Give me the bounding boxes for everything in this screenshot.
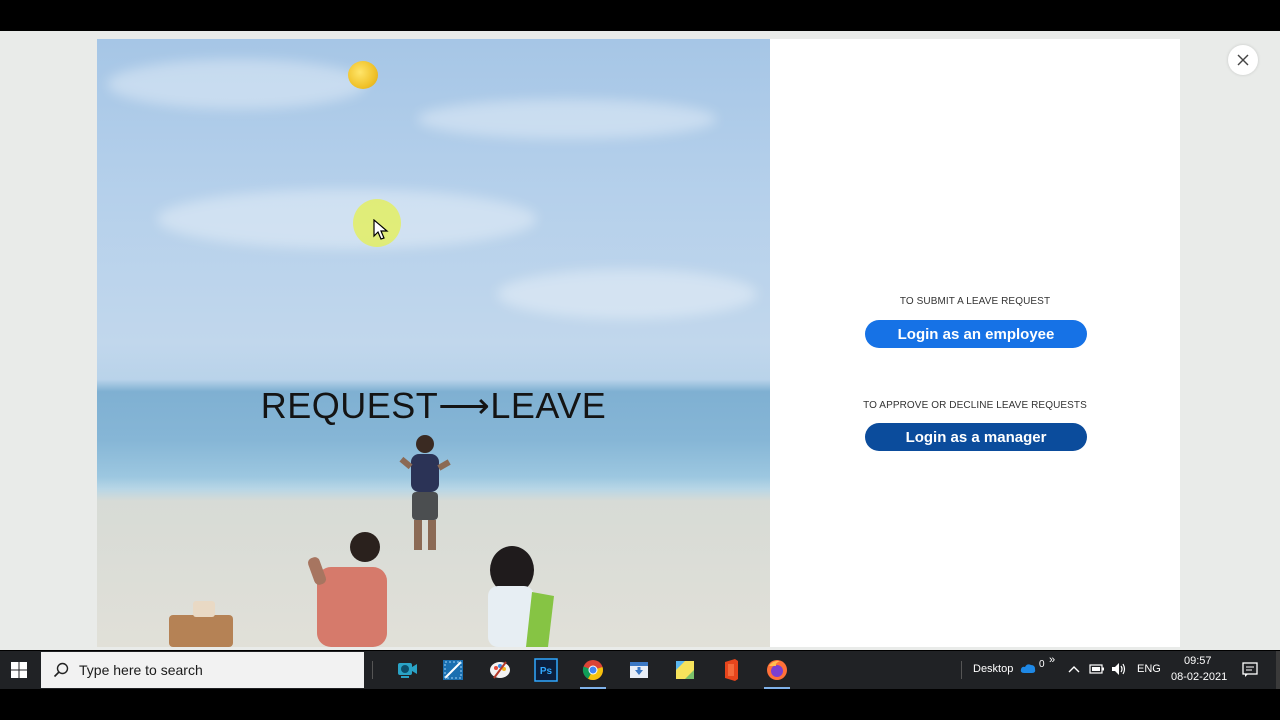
mouse-cursor-icon: [373, 219, 389, 240]
cloud: [157, 189, 537, 249]
ball: [348, 61, 378, 89]
taskbar-app-chrome[interactable]: [577, 654, 609, 689]
letterbox-bottom: [0, 689, 1280, 720]
hero-title: REQUEST⟶LEAVE: [260, 385, 607, 426]
downloads-icon: [630, 662, 648, 678]
notifications-icon[interactable]: [1242, 662, 1258, 678]
cloud: [417, 99, 717, 139]
picnic-basket: [169, 601, 233, 647]
clock-time[interactable]: 09:57: [1184, 655, 1212, 667]
login-panel: TO SUBMIT A LEAVE REQUEST Login as an em…: [770, 39, 1180, 647]
webcam-icon: [398, 663, 417, 678]
login-manager-button[interactable]: Login as a manager: [865, 423, 1087, 451]
taskbar-app-office[interactable]: [715, 654, 747, 686]
chevrons-icon[interactable]: »: [1049, 654, 1055, 666]
taskbar-separator: [372, 661, 373, 679]
desktop-toolbar-label[interactable]: Desktop: [973, 663, 1013, 675]
onedrive-badge: 0: [1039, 659, 1045, 670]
taskbar-app-paint[interactable]: [484, 654, 516, 686]
clock-date[interactable]: 08-02-2021: [1171, 671, 1227, 683]
windows-logo-icon: [11, 662, 27, 678]
leave-login-modal: REQUEST⟶LEAVE TO SUBMIT A LEAVE REQUEST …: [97, 39, 1180, 647]
onedrive-icon[interactable]: [1020, 662, 1036, 674]
taskbar-search-box[interactable]: Type here to search: [41, 652, 364, 688]
paint-icon: [490, 661, 510, 679]
screen: REQUEST⟶LEAVE TO SUBMIT A LEAVE REQUEST …: [0, 0, 1280, 720]
search-placeholder: Type here to search: [79, 662, 203, 678]
close-icon: [1237, 54, 1249, 66]
show-desktop-button[interactable]: [1276, 651, 1280, 689]
taskbar-app-firefox[interactable]: [761, 654, 793, 689]
taskbar-app-photoshop[interactable]: Ps: [530, 654, 562, 686]
child-figure: [399, 435, 451, 550]
windows-taskbar: Type here to search Ps Desktop 0 » ENG 0…: [0, 651, 1280, 689]
chrome-icon: [582, 660, 603, 681]
office-icon: [725, 659, 738, 681]
cloud: [497, 269, 757, 319]
snipping-tool-icon: [443, 660, 463, 680]
mother-figure: [488, 546, 554, 647]
photoshop-icon: Ps: [534, 658, 558, 682]
chevron-up-icon[interactable]: [1068, 665, 1080, 673]
volume-icon[interactable]: [1111, 662, 1127, 676]
start-button[interactable]: [0, 651, 38, 689]
language-indicator[interactable]: ENG: [1137, 663, 1161, 675]
father-figure: [307, 532, 387, 647]
hero-image: REQUEST⟶LEAVE: [97, 39, 770, 647]
login-employee-button[interactable]: Login as an employee: [865, 320, 1087, 348]
taskbar-app-snipping[interactable]: [437, 654, 469, 686]
sticky-notes-icon: [676, 661, 694, 679]
svg-text:Ps: Ps: [540, 666, 553, 677]
close-button[interactable]: [1228, 45, 1258, 75]
search-icon: [53, 662, 69, 678]
taskbar-app-webcam[interactable]: [391, 654, 423, 686]
battery-icon[interactable]: [1089, 663, 1105, 675]
tray-separator: [961, 661, 962, 679]
manager-caption: TO APPROVE OR DECLINE LEAVE REQUESTS: [863, 400, 1087, 411]
taskbar-app-downloads[interactable]: [623, 654, 655, 686]
firefox-icon: [767, 660, 787, 680]
taskbar-app-sticky-notes[interactable]: [669, 654, 701, 686]
employee-caption: TO SUBMIT A LEAVE REQUEST: [899, 296, 1051, 307]
browser-viewport: REQUEST⟶LEAVE TO SUBMIT A LEAVE REQUEST …: [0, 32, 1280, 650]
cloud: [107, 59, 367, 109]
